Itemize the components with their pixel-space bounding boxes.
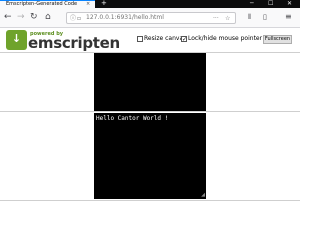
footer-divider <box>0 200 300 201</box>
new-tab-button[interactable]: + <box>101 0 107 7</box>
resize-handle-icon[interactable]: ◢ <box>201 193 205 198</box>
resize-canvas-label: Resize canvas <box>144 35 187 42</box>
browser-tab[interactable]: Emscripten-Generated Code × <box>0 0 95 8</box>
library-icon[interactable]: ⫴ <box>248 13 251 22</box>
output-text: Hello Cantor World ! <box>96 115 169 122</box>
url-bar[interactable]: ⓘ ▫ 127.0.0.1:6931/hello.html ··· ☆ <box>66 12 236 24</box>
page-actions-icon[interactable]: ··· <box>213 14 219 23</box>
sidebar-icon[interactable]: ▯ <box>263 13 267 22</box>
lock-pointer-checkbox[interactable]: ✓ <box>181 36 187 43</box>
lock-icon: ▫ <box>77 15 82 22</box>
lock-pointer-label: Lock/hide mouse pointer <box>188 35 263 42</box>
close-window-button[interactable]: ✕ <box>287 0 292 8</box>
back-icon[interactable]: ← <box>4 12 12 22</box>
minimize-button[interactable]: ─ <box>250 0 254 8</box>
emscripten-logo-text: emscripten <box>28 34 120 52</box>
output-console[interactable]: Hello Cantor World ! ◢ <box>94 113 206 199</box>
tab-title: Emscripten-Generated Code <box>6 1 78 7</box>
url-text[interactable]: 127.0.0.1:6931/hello.html <box>86 13 164 23</box>
menu-icon[interactable]: ≡ <box>285 12 292 21</box>
fullscreen-button[interactable]: Fullscreen <box>263 35 292 44</box>
maximize-button[interactable]: ☐ <box>268 0 273 8</box>
tab-strip: Emscripten-Generated Code × + ─ ☐ ✕ <box>0 0 300 8</box>
reload-icon[interactable]: ↻ <box>30 12 38 22</box>
bookmark-star-icon[interactable]: ☆ <box>225 14 230 23</box>
resize-canvas-checkbox[interactable] <box>137 36 143 42</box>
tab-close-icon[interactable]: × <box>86 1 90 8</box>
emscripten-logo-mark: ↓ <box>6 30 27 50</box>
forward-icon[interactable]: → <box>17 12 25 22</box>
emscripten-canvas[interactable] <box>94 53 206 111</box>
info-icon[interactable]: ⓘ <box>70 14 76 23</box>
home-icon[interactable]: ⌂ <box>45 12 51 22</box>
canvas-divider <box>0 111 300 112</box>
download-arrow-icon: ↓ <box>11 32 22 45</box>
navigation-toolbar: ← → ↻ ⌂ ⓘ ▫ 127.0.0.1:6931/hello.html ··… <box>0 8 300 28</box>
